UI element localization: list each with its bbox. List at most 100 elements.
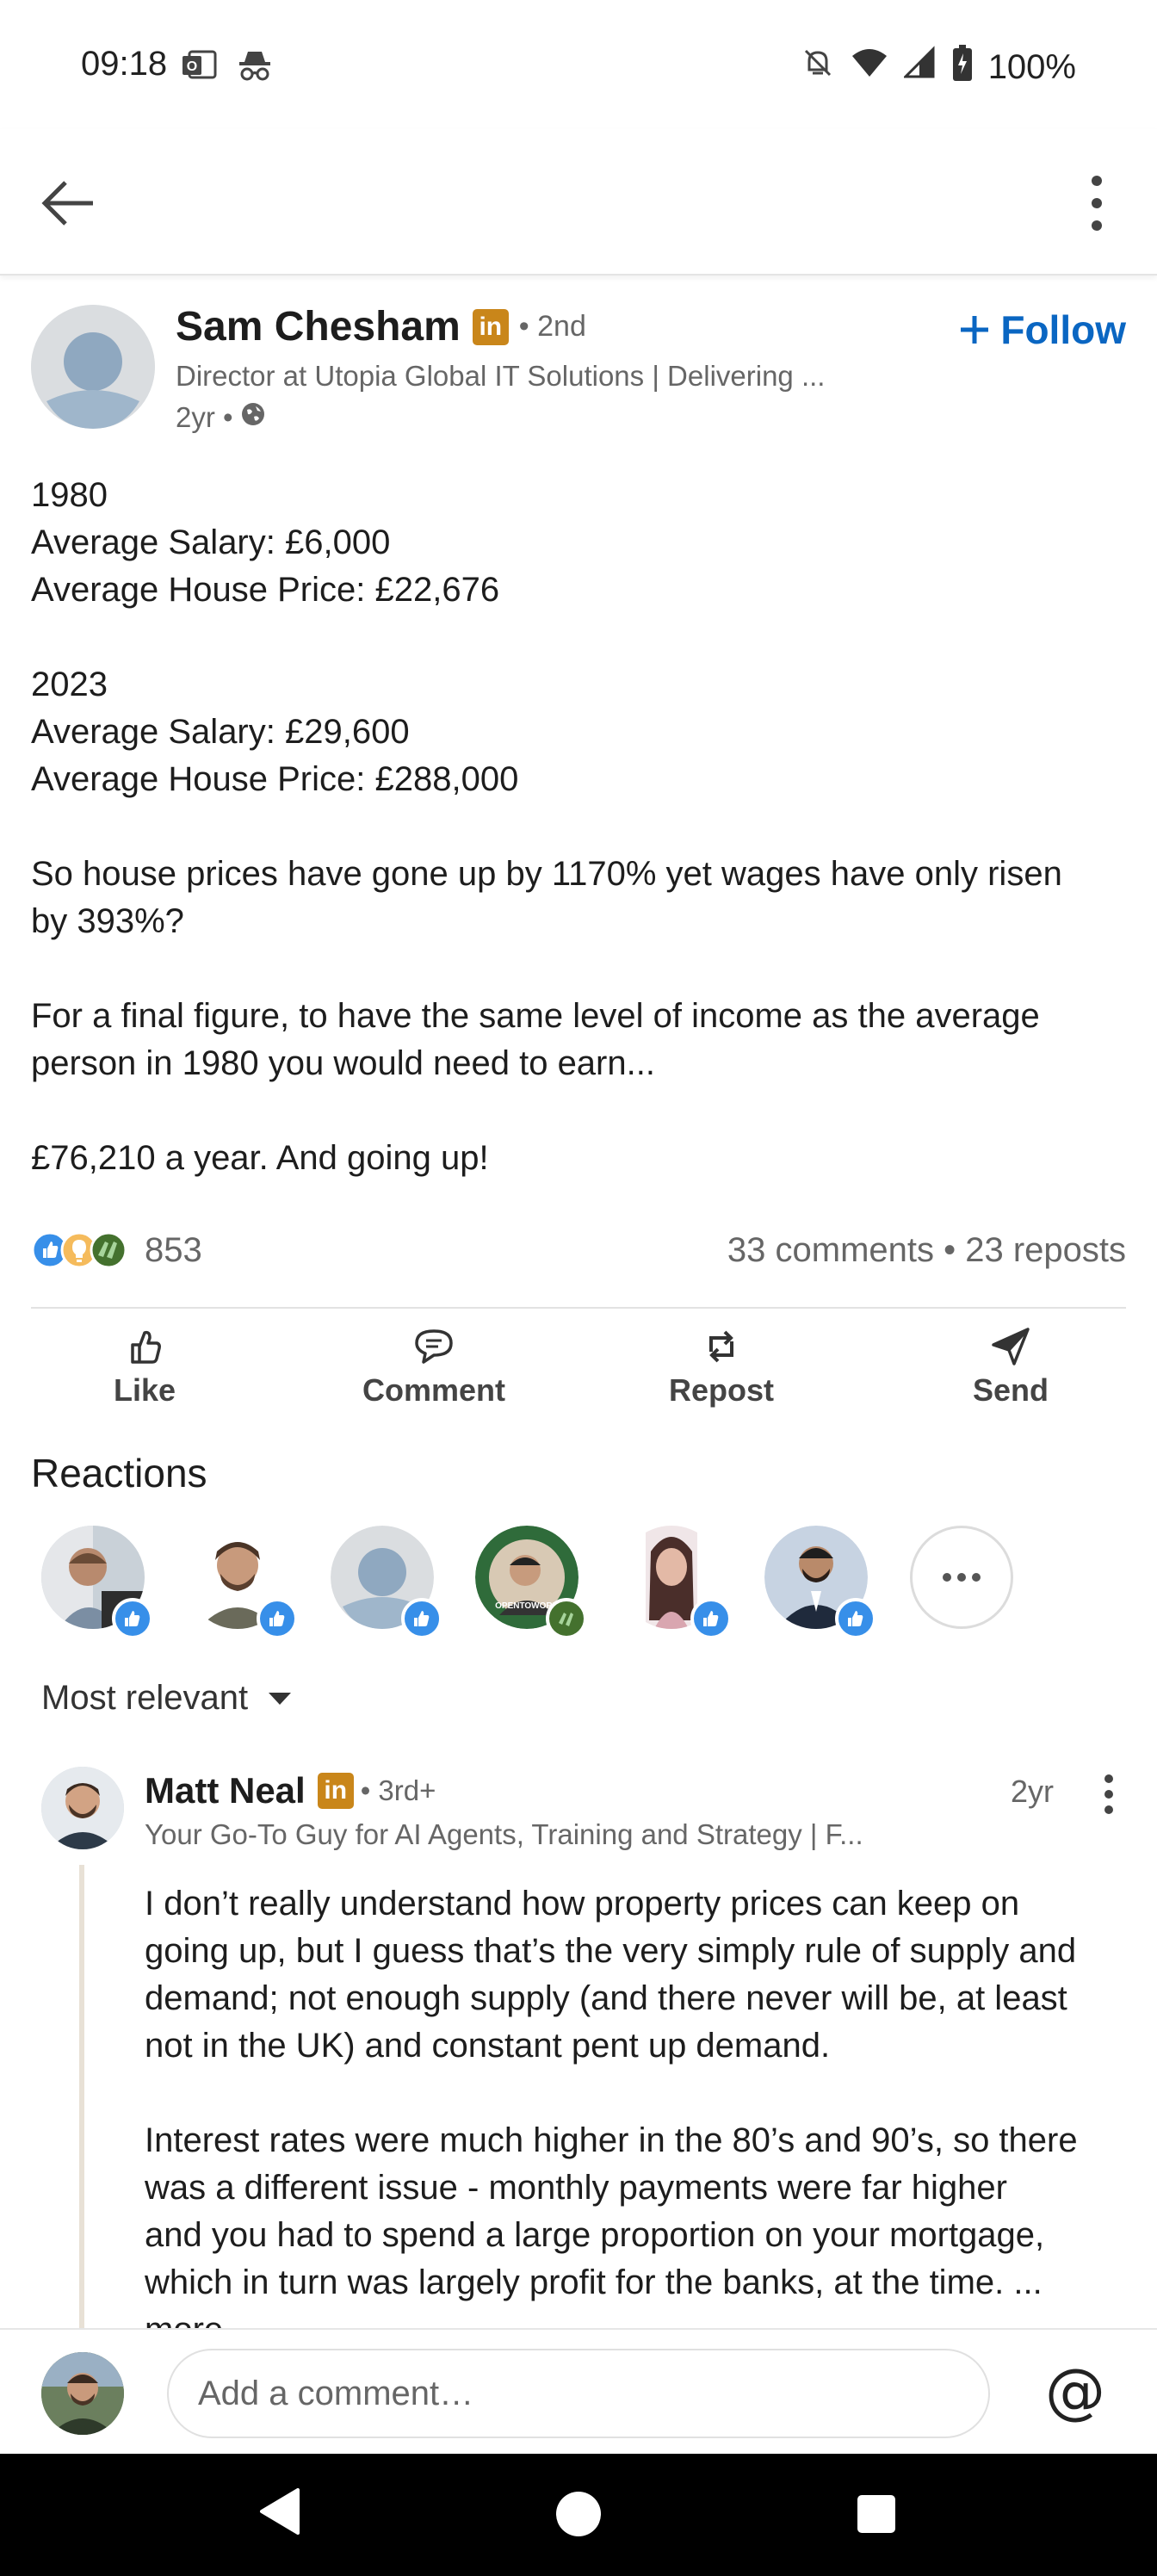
arrow-left-icon xyxy=(41,181,93,226)
post-line: Average Salary: £29,600 xyxy=(31,713,410,751)
post-line: Average House Price: £288,000 xyxy=(31,760,519,798)
comments-reposts-count[interactable]: 33 comments • 23 reposts xyxy=(727,1231,1126,1270)
reaction-icons[interactable] xyxy=(31,1231,134,1269)
reactor-avatar[interactable] xyxy=(620,1526,732,1639)
like-badge-icon xyxy=(112,1598,153,1639)
like-button[interactable]: Like xyxy=(50,1317,239,1421)
more-reactions-button[interactable] xyxy=(910,1526,1013,1629)
more-options-button[interactable] xyxy=(1071,170,1123,236)
comment-time: 2yr xyxy=(1010,1774,1054,1809)
comment-input[interactable] xyxy=(167,2349,990,2438)
post-line: Average House Price: £22,676 xyxy=(31,571,500,609)
app-bar xyxy=(0,129,1157,276)
follow-label: Follow xyxy=(1000,307,1126,352)
post-line: £76,210 a year. And going up! xyxy=(31,1139,489,1177)
sort-dropdown[interactable]: Most relevant xyxy=(41,1679,293,1718)
repost-button[interactable]: Repost xyxy=(627,1317,816,1421)
commenter-headline: Your Go-To Guy for AI Agents, Training a… xyxy=(145,1818,863,1850)
connection-degree: • 2nd xyxy=(518,310,586,343)
post-line: person in 1980 you would need to earn... xyxy=(31,1044,655,1082)
comment-line: going up, but I guess that’s the very si… xyxy=(145,1932,1077,1970)
reactor-avatar[interactable] xyxy=(186,1526,298,1639)
commenter-row: Matt Neal in • 3rd+ xyxy=(145,1770,436,1811)
status-left-icons: O xyxy=(181,48,274,87)
signal-icon xyxy=(902,46,937,89)
like-badge-icon xyxy=(401,1598,442,1639)
reactor-avatar[interactable] xyxy=(41,1526,153,1639)
post-body: 1980 Average Salary: £6,000 Average Hous… xyxy=(31,472,1126,1182)
outlook-icon: O xyxy=(181,48,217,87)
reactor-avatar[interactable]: OPENTOWORK xyxy=(475,1526,587,1639)
battery-percent: 100% xyxy=(987,47,1076,86)
comment-thread-line xyxy=(79,1865,84,2330)
like-icon xyxy=(131,1330,161,1364)
support-badge-icon xyxy=(546,1598,587,1639)
comment-options-button[interactable] xyxy=(1100,1774,1117,1815)
reactor-avatar[interactable] xyxy=(764,1526,876,1639)
comment-input-bar: @ xyxy=(0,2328,1157,2454)
like-badge-icon xyxy=(690,1598,732,1639)
send-button[interactable]: Send xyxy=(916,1317,1105,1421)
comment-line: demand; not enough supply (and there nev… xyxy=(145,1979,1067,2017)
author-headline: Director at Utopia Global IT Solutions |… xyxy=(176,360,826,392)
repost-label: Repost xyxy=(668,1372,774,1408)
caret-down-icon xyxy=(269,1692,292,1705)
linkedin-premium-badge: in xyxy=(472,308,509,345)
nav-back-button[interactable] xyxy=(258,2486,301,2541)
comment-button[interactable]: Comment xyxy=(339,1317,529,1421)
status-time: 09:18 xyxy=(81,45,168,83)
battery-icon xyxy=(952,45,973,90)
post-line: 2023 xyxy=(31,666,108,703)
comment-body: I don’t really understand how property p… xyxy=(145,1880,1126,2337)
like-label: Like xyxy=(113,1372,176,1408)
comment-line: which in turn was largely profit for the… xyxy=(145,2263,1043,2301)
reactor-avatar[interactable] xyxy=(331,1526,442,1639)
more-horizontal-icon xyxy=(943,1573,981,1582)
triangle-back-icon xyxy=(260,2488,300,2535)
author-row: Sam Chesham in • 2nd xyxy=(176,303,586,350)
follow-button[interactable]: Follow xyxy=(957,307,1126,353)
comment-label: Comment xyxy=(362,1372,505,1408)
action-bar: Like Comment Repost Send xyxy=(0,1317,1157,1421)
post-line: Average Salary: £6,000 xyxy=(31,523,391,561)
post-line: For a final figure, to have the same lev… xyxy=(31,997,1040,1035)
send-icon xyxy=(992,1328,1030,1365)
post-meta: 2yr • xyxy=(176,401,266,434)
reactions-title: Reactions xyxy=(31,1451,207,1495)
system-nav-bar xyxy=(0,2454,1157,2576)
svg-text:O: O xyxy=(187,59,197,74)
post-line: by 393%? xyxy=(31,902,184,940)
reaction-count[interactable]: 853 xyxy=(145,1231,202,1270)
author-avatar[interactable] xyxy=(31,305,155,429)
nav-recents-button[interactable] xyxy=(857,2495,895,2533)
author-name[interactable]: Sam Chesham xyxy=(176,303,461,350)
comment-line: was a different issue - monthly payments… xyxy=(145,2169,1007,2207)
more-vertical-icon xyxy=(1104,1774,1113,1814)
comment-line: not in the UK) and constant pent up dema… xyxy=(145,2027,831,2065)
back-button[interactable] xyxy=(38,172,100,234)
repost-icon xyxy=(709,1330,733,1363)
nav-home-button[interactable] xyxy=(556,2492,601,2536)
post-time: 2yr • xyxy=(176,401,233,433)
like-badge-icon xyxy=(257,1598,298,1639)
divider xyxy=(31,1307,1126,1309)
incognito-icon xyxy=(236,48,274,87)
mention-button[interactable]: @ xyxy=(1045,2361,1105,2421)
my-avatar xyxy=(41,2352,124,2435)
wifi-icon xyxy=(851,46,888,89)
support-reaction-icon xyxy=(90,1231,127,1269)
commenter-avatar[interactable] xyxy=(41,1767,124,1849)
mute-icon xyxy=(801,46,835,89)
sort-label: Most relevant xyxy=(41,1679,249,1717)
status-right: 100% xyxy=(801,45,1076,90)
comment-line: I don’t really understand how property p… xyxy=(145,1885,1020,1923)
comment-line: Interest rates were much higher in the 8… xyxy=(145,2121,1078,2159)
send-label: Send xyxy=(972,1372,1049,1408)
commenter-name[interactable]: Matt Neal xyxy=(145,1770,306,1811)
globe-icon xyxy=(240,401,266,434)
post-line: 1980 xyxy=(31,476,108,514)
comment-icon xyxy=(415,1329,453,1364)
plus-icon xyxy=(961,316,989,344)
more-vertical-icon xyxy=(1092,176,1102,231)
post-line: So house prices have gone up by 1170% ye… xyxy=(31,855,1062,893)
